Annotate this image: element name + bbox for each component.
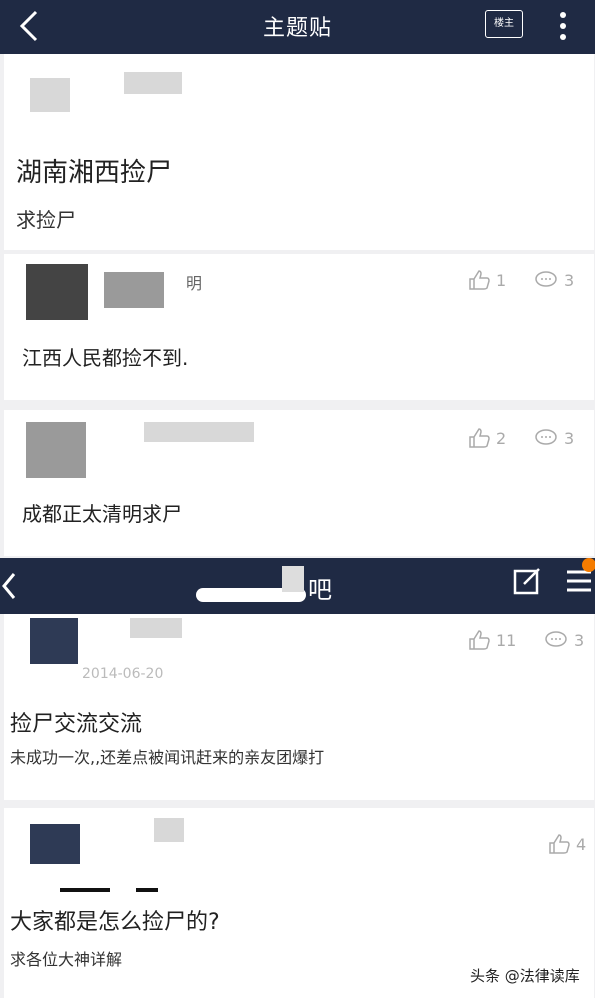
- avatar: [30, 824, 80, 864]
- thumbs-up-icon: [469, 270, 490, 290]
- username-blur: [124, 72, 182, 94]
- avatar: [30, 618, 78, 664]
- thread-body: 未成功一次,,还差点被闻讯赶来的亲友团爆打: [10, 748, 325, 767]
- post-body: 求捡尸: [16, 208, 76, 232]
- username-blur: [144, 422, 254, 442]
- like-count: 11: [496, 630, 517, 650]
- comment-stat[interactable]: 3: [534, 270, 574, 290]
- comment-stat[interactable]: 3: [534, 428, 574, 448]
- thread-title: 大家都是怎么捡尸的?: [10, 910, 220, 935]
- forum-bar: 吧: [0, 558, 595, 614]
- comment-stat[interactable]: 3: [544, 630, 584, 650]
- thread-body: 求各位大神详解: [10, 950, 123, 969]
- more-icon[interactable]: [558, 8, 568, 44]
- username-redacted: [136, 888, 158, 892]
- like-stat[interactable]: 11: [468, 630, 516, 650]
- thumbs-up-icon: [469, 428, 490, 448]
- username-blur: [104, 272, 164, 308]
- forum-name-blur: [282, 566, 304, 592]
- thread-date: 2014-06-20: [82, 666, 164, 682]
- notification-badge: [582, 558, 595, 572]
- post-title: 湖南湘西捡尸: [16, 158, 173, 188]
- username-redacted: [60, 888, 110, 892]
- louzhu-button[interactable]: 楼主: [485, 10, 523, 38]
- comment-icon: [535, 271, 557, 287]
- like-count: 4: [576, 834, 587, 854]
- reply-text: 江西人民都捡不到.: [22, 346, 189, 370]
- thumbs-up-icon: [549, 834, 570, 854]
- comment-count: 3: [574, 630, 585, 650]
- forum-title: 吧: [308, 576, 332, 604]
- avatar: [30, 78, 70, 112]
- reply-card: 2 3 成都正太清明求尸: [4, 410, 594, 556]
- like-count: 2: [496, 428, 507, 448]
- username-blur: [154, 818, 184, 842]
- username-blur: [130, 618, 182, 638]
- thread-card[interactable]: 2014-06-20 11 3 捡尸交流交流 未成功一次,,还差点被闻讯赶来的亲…: [4, 614, 594, 800]
- reply-text: 成都正太清明求尸: [22, 502, 182, 526]
- thread-title: 捡尸交流交流: [10, 712, 143, 737]
- username-fragment: 明: [186, 274, 203, 293]
- comment-count: 3: [564, 428, 575, 448]
- thumbs-up-icon: [469, 630, 490, 650]
- back-icon[interactable]: [2, 570, 18, 602]
- like-stat[interactable]: 1: [468, 270, 506, 290]
- avatar: [26, 264, 88, 320]
- comment-icon: [545, 631, 567, 647]
- top-bar: 主题贴 楼主: [0, 0, 595, 54]
- like-count: 1: [496, 270, 507, 290]
- edit-icon[interactable]: [512, 566, 542, 596]
- watermark: 头条 @法律读库: [470, 967, 580, 985]
- comment-count: 3: [564, 270, 575, 290]
- avatar: [26, 422, 86, 478]
- like-stat[interactable]: 2: [468, 428, 506, 448]
- comment-icon: [535, 429, 557, 445]
- reply-card: 明 1 3 江西人民都捡不到.: [4, 254, 594, 400]
- like-stat[interactable]: 4: [548, 834, 586, 854]
- main-post: 湖南湘西捡尸 求捡尸: [4, 54, 594, 250]
